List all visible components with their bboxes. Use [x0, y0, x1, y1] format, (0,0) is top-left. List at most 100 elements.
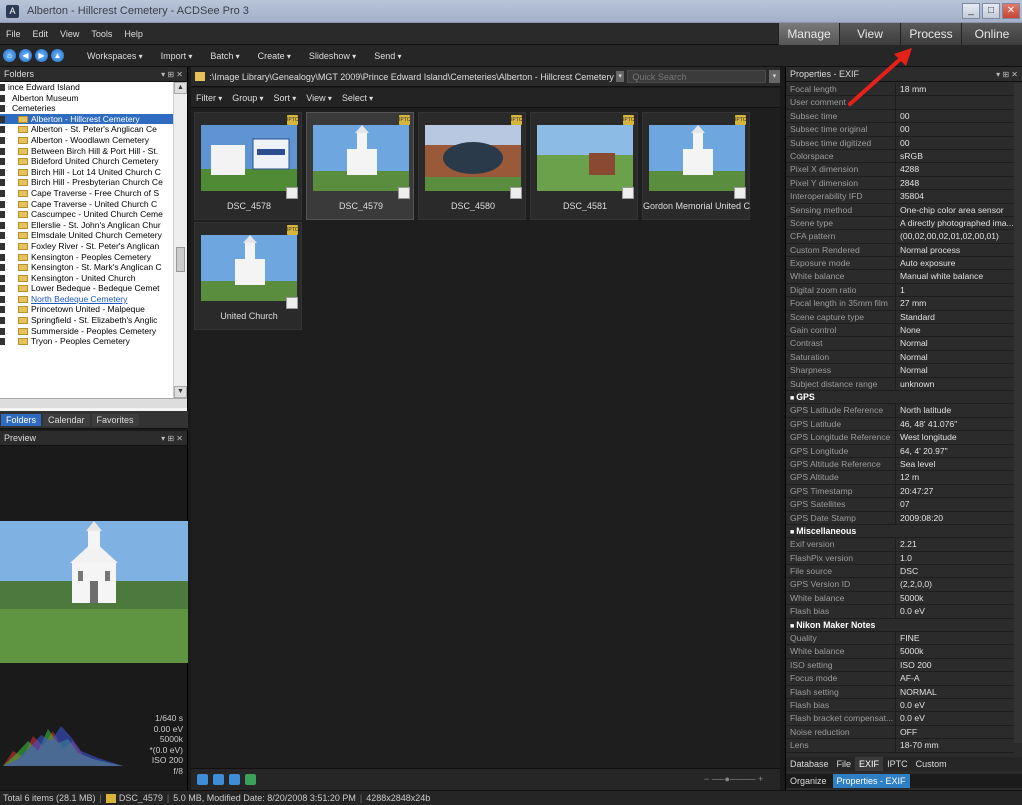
property-row[interactable]: Flash bracket compensat... 0.0 eV [786, 712, 1014, 726]
property-row[interactable]: Colorspace sRGB [786, 149, 1014, 164]
menu-edit[interactable]: Edit [27, 29, 55, 39]
property-row[interactable]: Subsec time original 00 [786, 123, 1014, 137]
property-row[interactable]: GPS Date Stamp 2009:08:20 [786, 511, 1014, 525]
forward-icon[interactable]: ▶ [35, 49, 48, 62]
filter-menu[interactable]: Filter [191, 93, 227, 103]
property-row[interactable]: Interoperability IFD 35804 [786, 190, 1014, 204]
rotate-icon[interactable] [213, 774, 224, 785]
thumbnail-item[interactable]: IPTC DSC_4578 [194, 112, 302, 220]
property-row[interactable]: Custom Rendered Normal process [786, 243, 1014, 258]
menu-tools[interactable]: Tools [85, 29, 118, 39]
panel-controls-icon[interactable]: ▾ ⊞ ✕ [161, 67, 183, 82]
tab-file[interactable]: File [833, 757, 856, 771]
folder-tree-item[interactable]: Alberton - Woodlawn Cemetery [0, 135, 174, 146]
property-row[interactable]: Exposure mode Auto exposure [786, 257, 1014, 271]
property-row[interactable]: User comment [786, 96, 1014, 110]
tab-database[interactable]: Database [786, 757, 833, 771]
select-checkbox[interactable] [622, 187, 634, 199]
folder-tree-item[interactable]: Elmsdale United Church Cemetery [0, 230, 174, 241]
property-row[interactable]: Subject distance range unknown [786, 377, 1014, 391]
share-icon[interactable] [245, 774, 256, 785]
property-row[interactable]: Scene capture type Standard [786, 310, 1014, 325]
property-row[interactable]: GPS Version ID (2,2,0,0) [786, 578, 1014, 592]
property-row[interactable]: GPS Longitude 64, 4' 20.97" [786, 444, 1014, 458]
folder-tree-item[interactable]: Birch Hill - Lot 14 United Church C [0, 167, 174, 178]
menu-file[interactable]: File [0, 29, 27, 39]
property-row[interactable]: Focal length in 35mm film 27 mm [786, 297, 1014, 311]
tab-organize[interactable]: Organize [786, 774, 831, 788]
property-row[interactable]: FlashPix version 1.0 [786, 551, 1014, 566]
folder-tree-item[interactable]: Springfield - St. Elizabeth's Anglic [0, 315, 174, 326]
folder-tree-item[interactable]: Tryon - Peoples Cemetery [0, 336, 174, 347]
search-dropdown-icon[interactable]: ▾ [768, 70, 780, 83]
property-row[interactable]: Subsec time 00 [786, 109, 1014, 124]
import-menu[interactable]: Import [152, 51, 202, 61]
folder-tree-item[interactable]: Summerside - Peoples Cemetery [0, 326, 174, 337]
property-row[interactable]: GPS Latitude Reference North latitude [786, 404, 1014, 418]
path-text[interactable]: :\Image Library\Genealogy\MGT 2009\Princ… [209, 72, 614, 82]
folder-tree-item[interactable]: Alberton - St. Peter's Anglican Ce [0, 124, 174, 135]
maximize-button[interactable]: □ [982, 3, 1000, 19]
property-row[interactable]: GPS Satellites 07 [786, 498, 1014, 512]
property-row[interactable]: GPS Altitude Reference Sea level [786, 457, 1014, 472]
property-row[interactable]: Sensing method One-chip color area sensor [786, 203, 1014, 217]
property-section-header[interactable]: GPS [786, 391, 1014, 405]
property-row[interactable]: Subsec time digitized 00 [786, 136, 1014, 150]
thumbnail-item[interactable]: IPTC DSC_4581 [530, 112, 638, 220]
property-row[interactable]: Pixel X dimension 4288 [786, 163, 1014, 177]
menu-view[interactable]: View [54, 29, 85, 39]
select-checkbox[interactable] [510, 187, 522, 199]
property-row[interactable]: Pixel Y dimension 2848 [786, 176, 1014, 191]
scroll-up-icon[interactable]: ▲ [174, 82, 187, 94]
folder-tree-item[interactable]: North Bedeque Cemetery [0, 294, 174, 305]
property-row[interactable]: GPS Timestamp 20:47:27 [786, 484, 1014, 499]
mode-view[interactable]: View [839, 23, 900, 45]
property-row[interactable]: Quality FINE [786, 632, 1014, 646]
property-row[interactable]: Noise reduction OFF [786, 725, 1014, 740]
tab-properties-exif[interactable]: Properties - EXIF [832, 774, 910, 788]
tab-exif[interactable]: EXIF [855, 757, 884, 771]
folder-tree-item[interactable]: Kensington - United Church [0, 273, 174, 284]
select-checkbox[interactable] [286, 297, 298, 309]
menu-help[interactable]: Help [118, 29, 149, 39]
property-row[interactable]: GPS Latitude 46, 48' 41.076" [786, 417, 1014, 432]
folder-tree-item[interactable]: Cascumpec - United Church Ceme [0, 209, 174, 220]
tab-calendar[interactable]: Calendar [43, 413, 90, 426]
mode-process[interactable]: Process [900, 23, 961, 45]
scroll-down-icon[interactable]: ▼ [174, 386, 187, 398]
image-tool-icon[interactable] [197, 774, 208, 785]
folder-tree-item[interactable]: Between Birch Hill & Port Hill - St. [0, 146, 174, 157]
property-row[interactable]: Focus mode AF-A [786, 672, 1014, 686]
folder-tree-item[interactable]: Cape Traverse - Free Church of S [0, 188, 174, 199]
property-row[interactable]: Saturation Normal [786, 350, 1014, 365]
property-row[interactable]: Contrast Normal [786, 337, 1014, 351]
scroll-thumb[interactable] [176, 247, 185, 272]
send-menu[interactable]: Send [365, 51, 410, 61]
select-checkbox[interactable] [286, 187, 298, 199]
thumbnail-item[interactable]: IPTC United Church [194, 222, 302, 330]
tab-iptc[interactable]: IPTC [883, 757, 912, 771]
folder-tree-item[interactable]: Cape Traverse - United Church C [0, 199, 174, 210]
slideshow-menu[interactable]: Slideshow [300, 51, 365, 61]
thumbnail-item[interactable]: IPTC DSC_4579 [306, 112, 414, 220]
folder-tree-item[interactable]: Bideford United Church Cemetery [0, 156, 174, 167]
panel-controls-icon[interactable]: ▾ ⊞ ✕ [161, 431, 183, 446]
edit-icon[interactable] [229, 774, 240, 785]
property-row[interactable]: Lens 18-70 mm [786, 739, 1014, 753]
panel-controls-icon[interactable]: ▾ ⊞ ✕ [996, 67, 1018, 82]
quick-search-input[interactable]: Quick Search [627, 70, 766, 83]
folder-tree-item[interactable]: Lower Bedeque - Bedeque Cemet [0, 283, 174, 294]
folder-tree-item[interactable]: Birch Hill - Presbyterian Church Ce [0, 177, 174, 188]
folder-tree-item[interactable]: Foxley River - St. Peter's Anglican [0, 241, 174, 252]
property-row[interactable]: GPS Altitude 12 m [786, 471, 1014, 485]
property-row[interactable]: White balance Manual white balance [786, 270, 1014, 284]
close-button[interactable]: ✕ [1002, 3, 1020, 19]
back-icon[interactable]: ◀ [19, 49, 32, 62]
mode-manage[interactable]: Manage [778, 23, 839, 45]
minimize-button[interactable]: _ [962, 3, 980, 19]
property-row[interactable]: Flash bias 0.0 eV [786, 605, 1014, 619]
folder-tree-item[interactable]: Kensington - St. Mark's Anglican C [0, 262, 174, 273]
view-menu[interactable]: View [301, 93, 337, 103]
select-checkbox[interactable] [734, 187, 746, 199]
properties-scrollbar[interactable] [1014, 83, 1022, 743]
